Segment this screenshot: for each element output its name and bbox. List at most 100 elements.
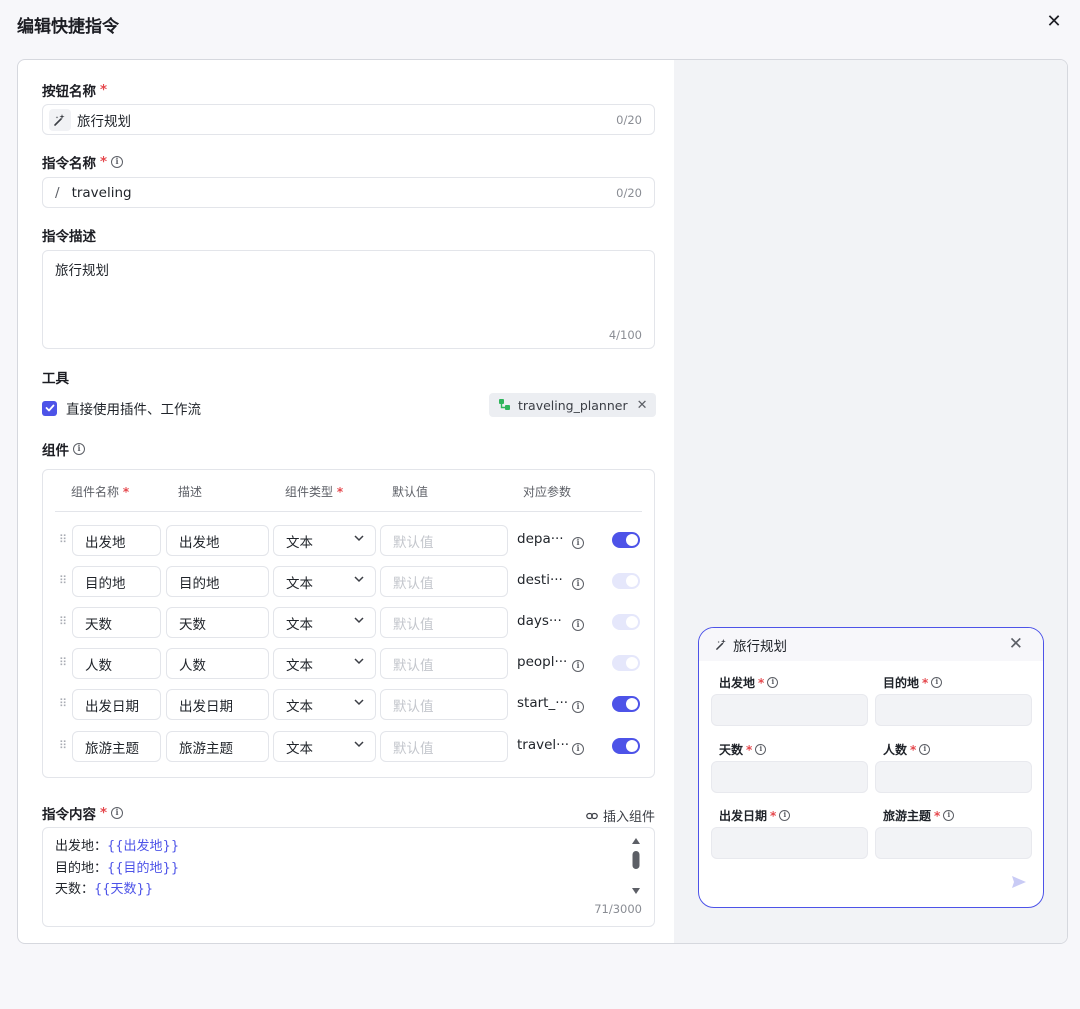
component-desc-input[interactable]: 目的地	[166, 566, 269, 597]
preview-field-input[interactable]	[875, 694, 1032, 726]
close-icon[interactable]: ✕	[1044, 12, 1064, 32]
component-type-select[interactable]: 文本	[273, 566, 376, 597]
command-name-counter: 0/20	[616, 185, 642, 200]
info-icon[interactable]: i	[943, 810, 955, 821]
send-icon[interactable]	[1011, 875, 1027, 893]
insert-component-button[interactable]: 插入组件	[586, 806, 655, 825]
edit-card: 按钮名称 * 旅行规划 0/20 指令名称 * i / traveling 0/…	[17, 59, 1068, 944]
component-desc-input[interactable]: 出发日期	[166, 689, 269, 720]
drag-handle-icon[interactable]: ⠿	[59, 739, 67, 752]
preview-field-input[interactable]	[711, 694, 868, 726]
content-key: 目的地：	[55, 860, 108, 876]
header-type-text: 组件类型	[285, 485, 334, 499]
info-icon[interactable]: i	[767, 677, 779, 688]
drag-handle-icon[interactable]: ⠿	[59, 533, 67, 546]
info-icon[interactable]: i	[572, 578, 584, 590]
component-type-select[interactable]: 文本	[273, 607, 376, 638]
direct-use-checkbox[interactable]	[42, 400, 57, 416]
component-type-select[interactable]: 文本	[273, 648, 376, 679]
info-icon[interactable]: i	[572, 701, 584, 713]
component-name-input[interactable]: 出发地	[72, 525, 161, 556]
direct-use-checkbox-row[interactable]: 直接使用插件、工作流	[42, 398, 201, 418]
component-default-input[interactable]: 默认值	[380, 607, 508, 638]
component-desc-input[interactable]: 旅游主题	[166, 731, 269, 762]
component-name-input[interactable]: 旅游主题	[72, 731, 161, 762]
close-icon[interactable]: ✕	[1009, 634, 1023, 654]
component-name-input[interactable]: 出发日期	[72, 689, 161, 720]
button-name-label: 按钮名称 *	[42, 80, 107, 100]
component-enable-toggle	[612, 614, 640, 630]
preview-field-label-text: 出发地	[719, 676, 756, 690]
scrollbar[interactable]	[631, 836, 641, 904]
command-name-label-text: 指令名称	[42, 156, 96, 172]
table-row: ⠿ 出发地 出发地 文本 默认值 depa··· i	[43, 525, 654, 557]
command-desc-textarea[interactable]: 旅行规划 4/100	[42, 250, 655, 349]
magic-wand-icon[interactable]	[49, 108, 71, 131]
component-enable-toggle[interactable]	[612, 696, 640, 712]
preview-field-input[interactable]	[875, 827, 1032, 859]
button-name-input[interactable]: 旅行规划 0/20	[42, 104, 655, 135]
component-default-input[interactable]: 默认值	[380, 689, 508, 720]
preview-field-input[interactable]	[875, 761, 1032, 793]
chevron-down-icon	[353, 532, 365, 548]
info-icon[interactable]: i	[111, 156, 124, 168]
component-desc-input[interactable]: 人数	[166, 648, 269, 679]
magic-wand-icon	[715, 638, 728, 651]
info-icon[interactable]: i	[572, 537, 584, 549]
info-icon[interactable]: i	[931, 677, 943, 688]
component-name-input[interactable]: 人数	[72, 648, 161, 679]
chevron-down-icon	[353, 614, 365, 630]
header-param: 对应参数	[523, 485, 572, 499]
component-type-value: 文本	[286, 616, 313, 633]
drag-handle-icon[interactable]: ⠿	[59, 615, 67, 628]
required-mark: *	[336, 485, 344, 499]
component-default-input[interactable]: 默认值	[380, 648, 508, 679]
component-name-input[interactable]: 天数	[72, 607, 161, 638]
command-name-input[interactable]: / traveling 0/20	[42, 177, 655, 208]
preview-field-input[interactable]	[711, 761, 868, 793]
component-type-select[interactable]: 文本	[273, 525, 376, 556]
preview-field-input[interactable]	[711, 827, 868, 859]
component-desc-value: 目的地	[179, 575, 220, 592]
drag-handle-icon[interactable]: ⠿	[59, 574, 67, 587]
drag-handle-icon[interactable]: ⠿	[59, 656, 67, 669]
component-default-input[interactable]: 默认值	[380, 525, 508, 556]
command-prefix: /	[55, 184, 60, 201]
component-desc-value: 出发地	[179, 534, 220, 551]
preview-field-label-text: 旅游主题	[883, 809, 932, 823]
component-name-input[interactable]: 目的地	[72, 566, 161, 597]
command-content-editor[interactable]: 出发地：{{出发地}} 目的地：{{目的地}} 天数：{{天数}} 71/3000	[42, 827, 655, 927]
required-mark: *	[746, 742, 753, 757]
close-icon[interactable]: ✕	[637, 398, 648, 413]
required-mark: *	[100, 805, 108, 821]
component-type-select[interactable]: 文本	[273, 731, 376, 762]
content-line: 目的地：{{目的地}}	[55, 858, 642, 880]
component-enable-toggle[interactable]	[612, 532, 640, 548]
header-default: 默认值	[392, 485, 429, 499]
component-name-value: 出发日期	[85, 698, 139, 715]
info-icon[interactable]: i	[919, 744, 931, 755]
component-default-input[interactable]: 默认值	[380, 731, 508, 762]
component-desc-input[interactable]: 出发地	[166, 525, 269, 556]
content-key: 天数：	[55, 882, 95, 897]
info-icon[interactable]: i	[73, 443, 85, 455]
component-type-select[interactable]: 文本	[273, 689, 376, 720]
required-mark: *	[770, 808, 777, 823]
component-type-value: 文本	[286, 698, 313, 715]
required-mark: *	[922, 675, 929, 690]
workflow-icon	[499, 399, 511, 411]
component-desc-input[interactable]: 天数	[166, 607, 269, 638]
info-icon[interactable]: i	[779, 810, 791, 821]
required-mark: *	[910, 742, 917, 757]
info-icon[interactable]: i	[572, 619, 584, 631]
info-icon[interactable]: i	[572, 743, 584, 755]
component-default-input[interactable]: 默认值	[380, 566, 508, 597]
component-enable-toggle[interactable]	[612, 738, 640, 754]
preview-field-label: 人数 * i	[883, 741, 931, 758]
info-icon[interactable]: i	[572, 660, 584, 672]
drag-handle-icon[interactable]: ⠿	[59, 697, 67, 710]
command-name-value: traveling	[71, 184, 132, 201]
content-lines: 出发地：{{出发地}} 目的地：{{目的地}} 天数：{{天数}}	[55, 836, 642, 901]
info-icon[interactable]: i	[755, 744, 767, 755]
info-icon[interactable]: i	[111, 807, 124, 819]
